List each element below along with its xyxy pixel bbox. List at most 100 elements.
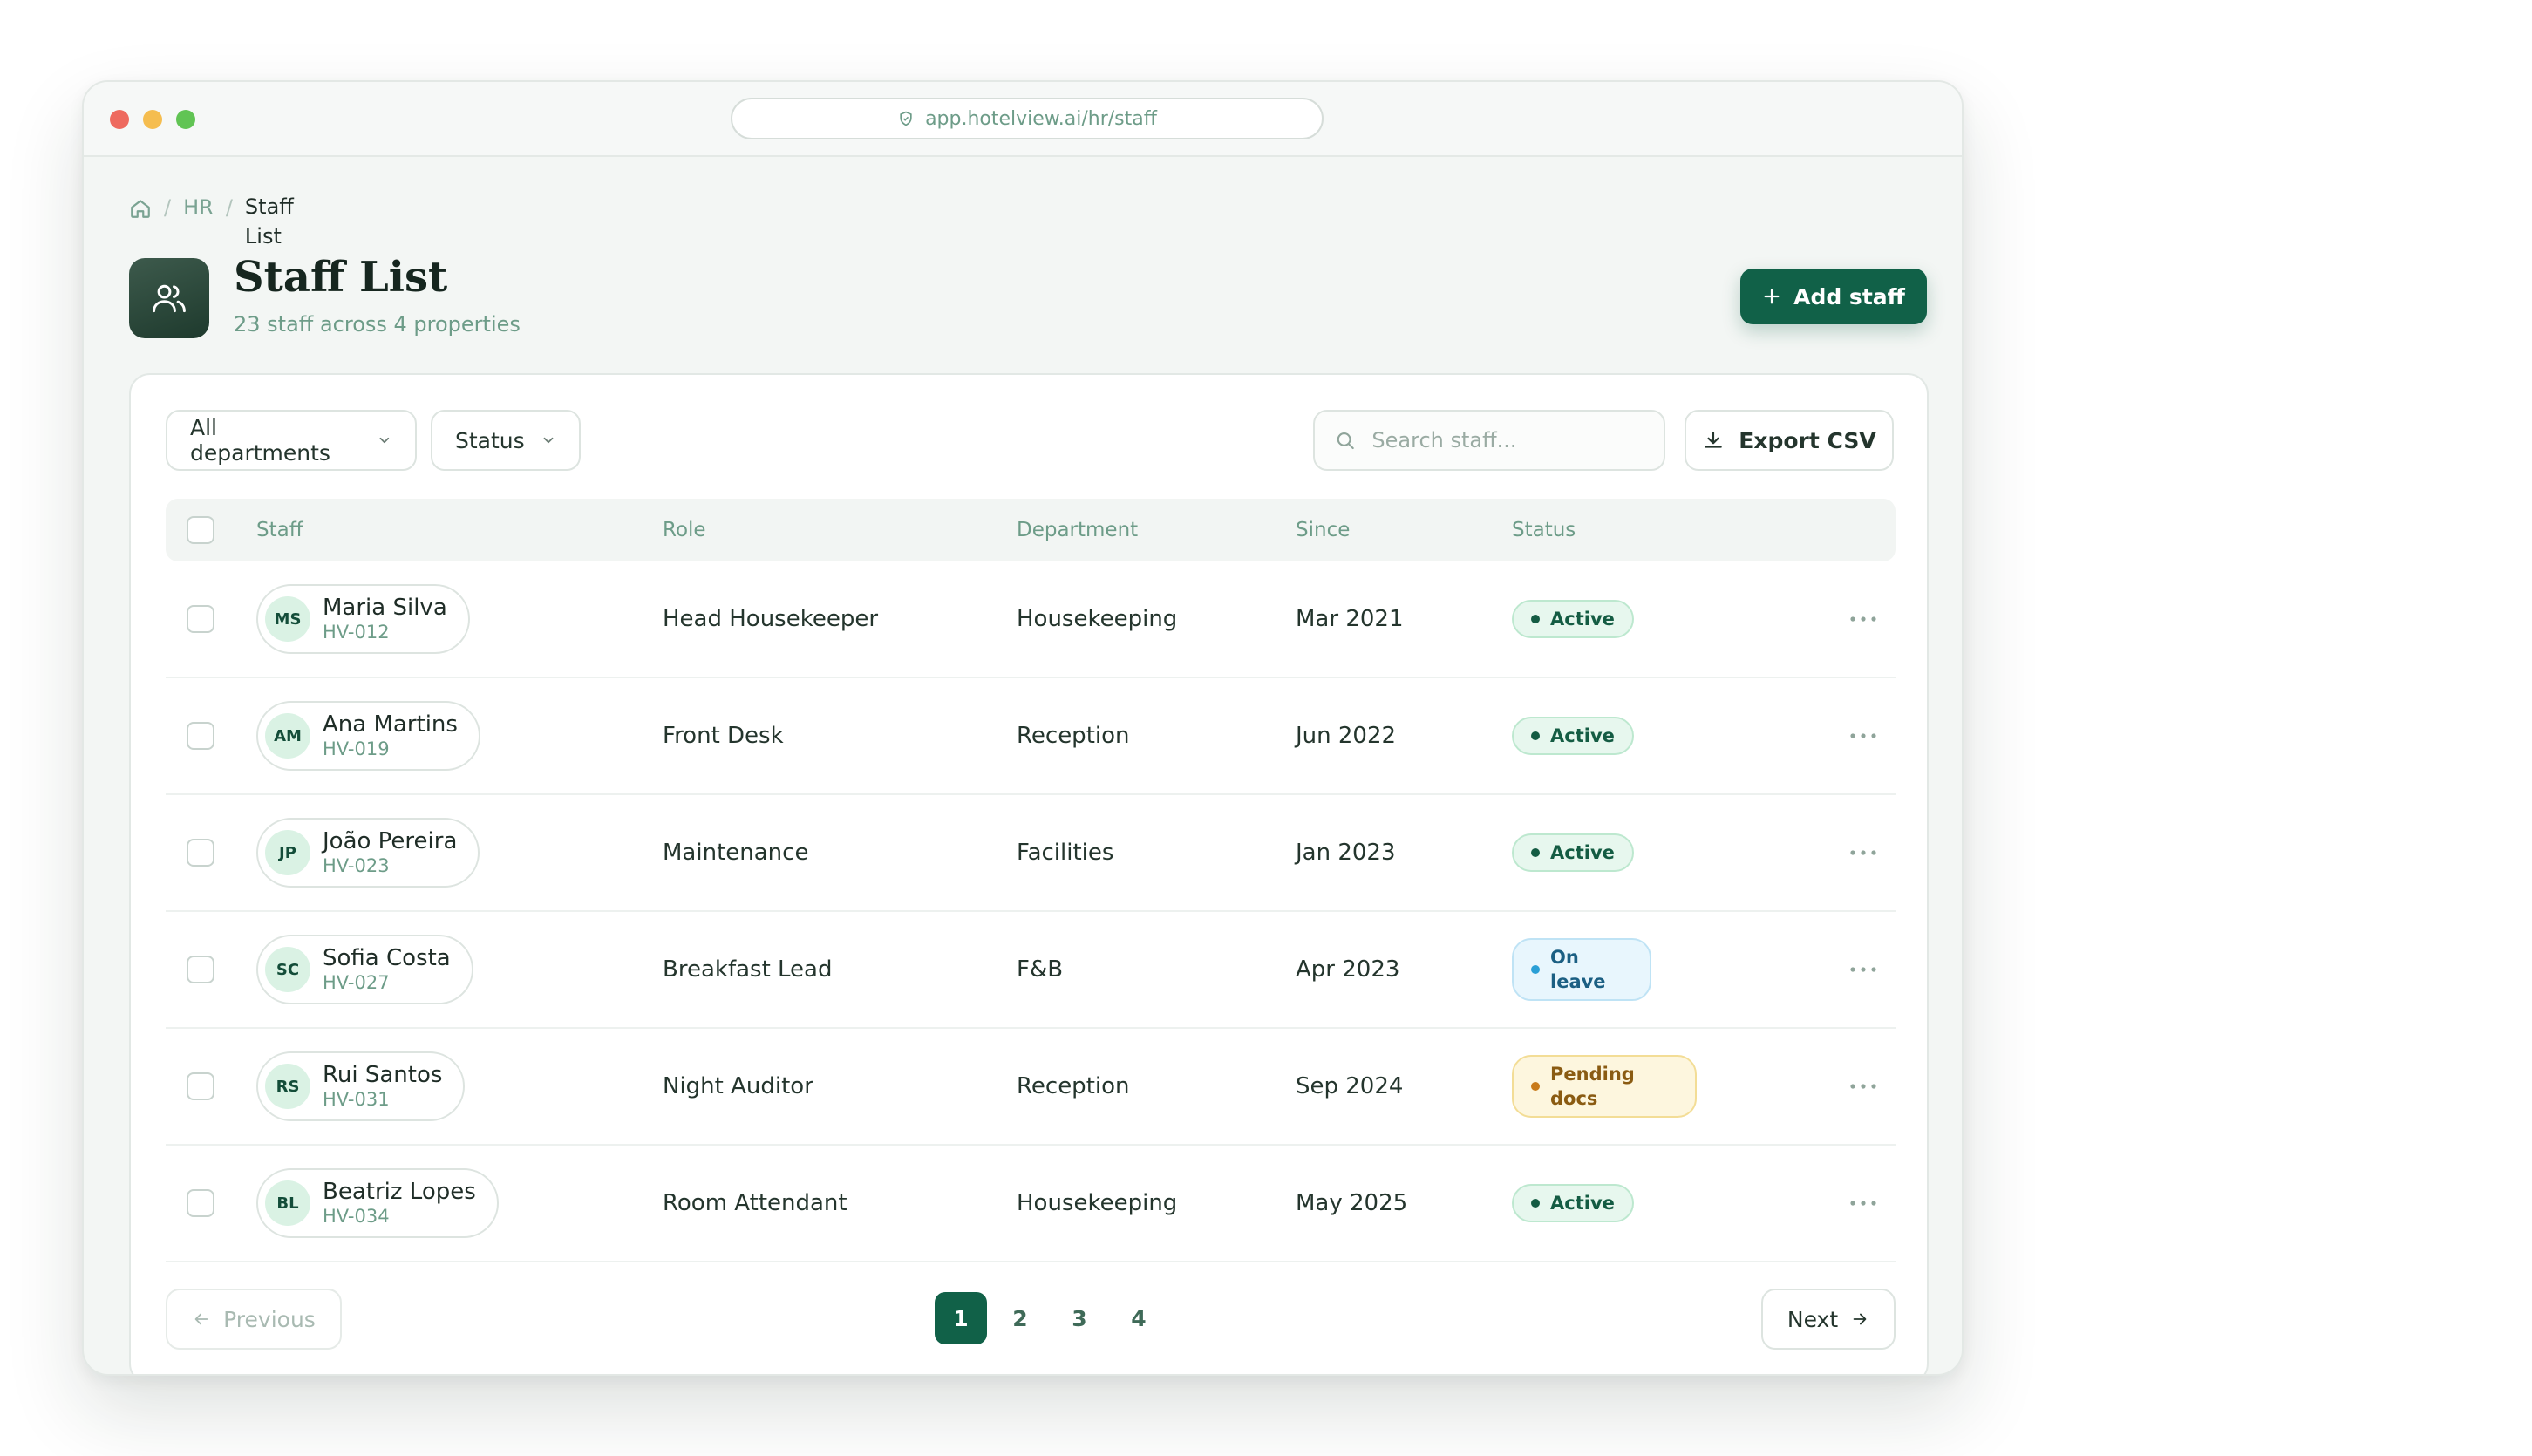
arrow-right-icon (1853, 1313, 1867, 1325)
row-checkbox[interactable] (187, 956, 214, 983)
search-input[interactable] (1372, 428, 1644, 452)
row-checkbox[interactable] (187, 839, 214, 867)
minimize-window-button[interactable] (143, 110, 162, 129)
more-options-icon[interactable] (1848, 848, 1878, 857)
staff-name: Ana Martins (323, 711, 458, 738)
staff-table-card: All departments Status Export CSV Staff … (129, 373, 1929, 1374)
avatar: JP (265, 830, 310, 875)
table-row[interactable]: SC Sofia Costa HV-027 Breakfast Lead F&B… (166, 912, 1896, 1029)
select-all-checkbox[interactable] (187, 516, 214, 544)
table-row[interactable]: RS Rui Santos HV-031 Night Auditor Recep… (166, 1029, 1896, 1146)
staff-chip[interactable]: MS Maria Silva HV-012 (256, 584, 470, 654)
staff-id: HV-012 (323, 622, 390, 643)
staff-department: Facilities (1017, 840, 1114, 866)
staff-page-icon (129, 258, 209, 338)
more-options-icon[interactable] (1848, 965, 1878, 974)
status-badge-label: Active (1550, 842, 1615, 863)
address-bar[interactable]: app.hotelview.ai/hr/staff (731, 98, 1324, 139)
staff-since: Apr 2023 (1296, 956, 1400, 983)
search-field[interactable] (1313, 410, 1665, 471)
table-header: Staff Role Department Since Status (166, 499, 1896, 561)
chevron-down-icon (543, 437, 554, 444)
staff-name: João Pereira (323, 828, 458, 854)
more-options-icon[interactable] (1848, 615, 1878, 623)
status-badge: Pending docs (1512, 1055, 1697, 1118)
table-row[interactable]: JP João Pereira HV-023 Maintenance Facil… (166, 795, 1896, 912)
staff-chip[interactable]: RS Rui Santos HV-031 (256, 1051, 466, 1121)
staff-role: Breakfast Lead (663, 956, 833, 983)
status-badge: On leave (1512, 938, 1651, 1001)
staff-since: Jan 2023 (1296, 840, 1396, 866)
column-header-role[interactable]: Role (663, 519, 706, 541)
column-header-status[interactable]: Status (1512, 519, 1576, 541)
breadcrumb: / HR / Staff List (129, 194, 306, 251)
status-badge: Active (1512, 717, 1634, 755)
staff-id: HV-023 (323, 855, 390, 876)
more-options-icon[interactable] (1848, 1082, 1878, 1091)
table-body: MS Maria Silva HV-012 Head Housekeeper H… (166, 561, 1896, 1262)
row-checkbox[interactable] (187, 605, 214, 633)
staff-since: Sep 2024 (1296, 1073, 1404, 1099)
plus-icon (1764, 289, 1780, 304)
status-badge-label: On leave (1550, 947, 1606, 992)
maximize-window-button[interactable] (176, 110, 195, 129)
department-filter-value: All departments (190, 415, 330, 466)
avatar: BL (265, 1180, 310, 1226)
next-page-button[interactable]: Next (1761, 1289, 1896, 1350)
staff-chip[interactable]: BL Beatriz Lopes HV-034 (256, 1168, 499, 1238)
column-header-staff[interactable]: Staff (256, 519, 303, 541)
avatar: SC (265, 947, 310, 992)
table-row[interactable]: AM Ana Martins HV-019 Front Desk Recepti… (166, 678, 1896, 795)
more-options-icon[interactable] (1848, 731, 1878, 740)
staff-chip[interactable]: AM Ana Martins HV-019 (256, 701, 480, 771)
breadcrumb-item-hr[interactable]: HR (183, 195, 214, 220)
users-icon (153, 284, 186, 313)
search-icon (1337, 432, 1354, 450)
export-csv-button[interactable]: Export CSV (1685, 410, 1894, 471)
page-button-4[interactable]: 4 (1113, 1292, 1165, 1344)
table-row[interactable]: BL Beatriz Lopes HV-034 Room Attendant H… (166, 1146, 1896, 1262)
previous-page-button[interactable]: Previous (166, 1289, 342, 1350)
status-badge: Active (1512, 1184, 1634, 1222)
staff-id: HV-031 (323, 1089, 390, 1110)
status-badge: Active (1512, 833, 1634, 872)
staff-department: F&B (1017, 956, 1064, 983)
staff-role: Head Housekeeper (663, 606, 879, 632)
pagination: 1 2 3 4 (935, 1292, 1165, 1344)
staff-name: Beatriz Lopes (323, 1179, 476, 1205)
staff-id: HV-027 (323, 972, 390, 993)
export-csv-label: Export CSV (1739, 427, 1876, 453)
close-window-button[interactable] (110, 110, 129, 129)
add-staff-button[interactable]: Add staff (1740, 269, 1927, 324)
staff-chip[interactable]: JP João Pereira HV-023 (256, 818, 480, 888)
status-dot (1531, 731, 1540, 740)
row-checkbox[interactable] (187, 1189, 214, 1217)
row-checkbox[interactable] (187, 722, 214, 750)
home-icon[interactable] (129, 197, 152, 220)
staff-since: Jun 2022 (1296, 723, 1397, 749)
department-filter[interactable]: All departments (166, 410, 417, 471)
page-button-1[interactable]: 1 (935, 1292, 987, 1344)
column-header-department[interactable]: Department (1017, 519, 1138, 541)
download-icon (1705, 432, 1723, 448)
table-row[interactable]: MS Maria Silva HV-012 Head Housekeeper H… (166, 561, 1896, 678)
status-filter[interactable]: Status (431, 410, 581, 471)
more-options-icon[interactable] (1848, 1199, 1878, 1208)
staff-since: May 2025 (1296, 1190, 1408, 1216)
page-button-2[interactable]: 2 (994, 1292, 1046, 1344)
status-dot (1531, 615, 1540, 623)
staff-department: Housekeeping (1017, 1190, 1178, 1216)
page-button-3[interactable]: 3 (1053, 1292, 1106, 1344)
breadcrumb-separator: / (225, 195, 233, 220)
status-badge: Active (1512, 600, 1634, 638)
staff-id: HV-034 (323, 1206, 390, 1227)
status-badge-label: Active (1550, 1193, 1615, 1214)
status-dot (1531, 965, 1540, 974)
staff-name: Maria Silva (323, 595, 447, 621)
column-header-since[interactable]: Since (1296, 519, 1350, 541)
staff-department: Reception (1017, 1073, 1130, 1099)
row-checkbox[interactable] (187, 1072, 214, 1100)
staff-role: Night Auditor (663, 1073, 813, 1099)
staff-chip[interactable]: SC Sofia Costa HV-027 (256, 935, 473, 1004)
staff-role: Front Desk (663, 723, 784, 749)
